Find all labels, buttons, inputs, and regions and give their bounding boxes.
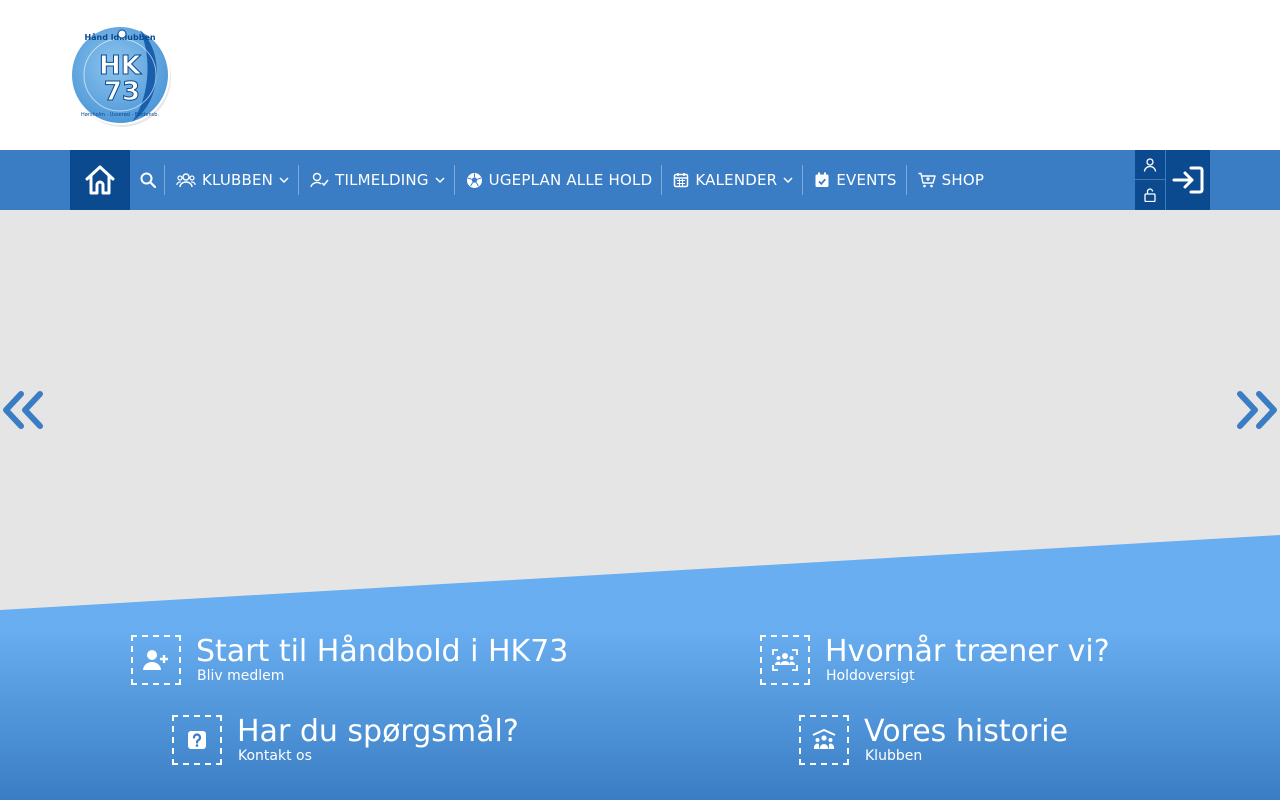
- nav-item-events[interactable]: EVENTS: [802, 165, 905, 195]
- team-icon: [812, 729, 836, 749]
- users-icon: [176, 173, 196, 188]
- nav-item-ugeplan[interactable]: UGEPLAN ALLE HOLD: [453, 165, 662, 195]
- club-logo[interactable]: Hånd ldklubben HK 73 Hørsholm · Usserød …: [70, 22, 180, 132]
- slider-next-button[interactable]: [1234, 388, 1280, 432]
- nav-item-kalender[interactable]: KALENDER: [661, 165, 802, 195]
- nav-label: SHOP: [941, 171, 985, 189]
- svg-text:Hørsholm · Usserød · Fredensb.: Hørsholm · Usserød · Fredensb.: [81, 112, 159, 118]
- search-button[interactable]: [131, 150, 164, 210]
- card-subtitle: Klubben: [865, 748, 923, 764]
- slider-prev-button[interactable]: [0, 388, 46, 432]
- search-icon: [140, 172, 156, 188]
- football-icon: [466, 172, 482, 188]
- quick-links-band: Start til Håndbold i HK73 Bliv medlem Hv…: [0, 535, 1280, 800]
- card-title: Vores historie: [864, 714, 1069, 749]
- main-nav: KLUBBEN TILMELDING UGEPLAN ALLE HOLD KAL…: [0, 150, 1280, 210]
- card-title: Har du spørgsmål?: [237, 714, 519, 749]
- card-subtitle: Kontakt os: [238, 748, 312, 764]
- site-header: Hånd ldklubben HK 73 Hørsholm · Usserød …: [0, 0, 1280, 150]
- user-plus-icon: [143, 650, 168, 670]
- card-vores-historie[interactable]: Vores historie Klubben: [799, 715, 1068, 765]
- home-button[interactable]: [70, 150, 130, 210]
- double-chevron-left-icon: [3, 391, 43, 429]
- card-icon-box: [131, 635, 181, 685]
- unlock-icon: [1144, 188, 1156, 202]
- double-chevron-right-icon: [1237, 391, 1277, 429]
- home-icon: [85, 165, 115, 195]
- chevron-down-icon: [435, 177, 445, 183]
- card-spoergsmaal[interactable]: Har du spørgsmål? Kontakt os: [172, 715, 519, 765]
- nav-item-shop[interactable]: SHOP: [905, 165, 993, 195]
- login-button[interactable]: [1166, 150, 1210, 210]
- cart-icon: [918, 172, 936, 188]
- card-subtitle: Holdoversigt: [826, 668, 915, 684]
- card-hvornaar-traener[interactable]: Hvornår træner vi? Holdoversigt: [760, 635, 1110, 685]
- card-title: Hvornår træner vi?: [825, 634, 1110, 669]
- card-subtitle: Bliv medlem: [197, 668, 285, 684]
- question-icon: [188, 731, 206, 749]
- unlock-button[interactable]: [1135, 180, 1165, 210]
- user-panel: [1135, 150, 1165, 210]
- nav-label: UGEPLAN ALLE HOLD: [488, 171, 653, 189]
- nav-label: EVENTS: [836, 171, 897, 189]
- card-icon-box: [760, 635, 810, 685]
- chevron-down-icon: [279, 177, 289, 183]
- nav-menu: KLUBBEN TILMELDING UGEPLAN ALLE HOLD KAL…: [164, 150, 993, 210]
- card-start-haandbold[interactable]: Start til Håndbold i HK73 Bliv medlem: [131, 635, 568, 685]
- card-title: Start til Håndbold i HK73: [196, 634, 569, 669]
- card-icon-box: [799, 715, 849, 765]
- user-icon: [1143, 157, 1157, 172]
- sign-in-icon: [1172, 166, 1204, 194]
- nav-label: KALENDER: [695, 171, 778, 189]
- nav-item-klubben[interactable]: KLUBBEN: [164, 165, 298, 195]
- calendar-icon: [674, 173, 689, 188]
- svg-text:73: 73: [104, 77, 140, 107]
- chevron-down-icon: [783, 177, 793, 183]
- nav-item-tilmelding[interactable]: TILMELDING: [298, 165, 454, 195]
- nav-label: TILMELDING: [335, 171, 429, 189]
- calendar-check-icon: [815, 172, 829, 187]
- user-check-icon: [310, 172, 329, 188]
- profile-button[interactable]: [1135, 150, 1165, 180]
- nav-label: KLUBBEN: [202, 171, 274, 189]
- team-scan-icon: [772, 649, 798, 671]
- card-icon-box: [172, 715, 222, 765]
